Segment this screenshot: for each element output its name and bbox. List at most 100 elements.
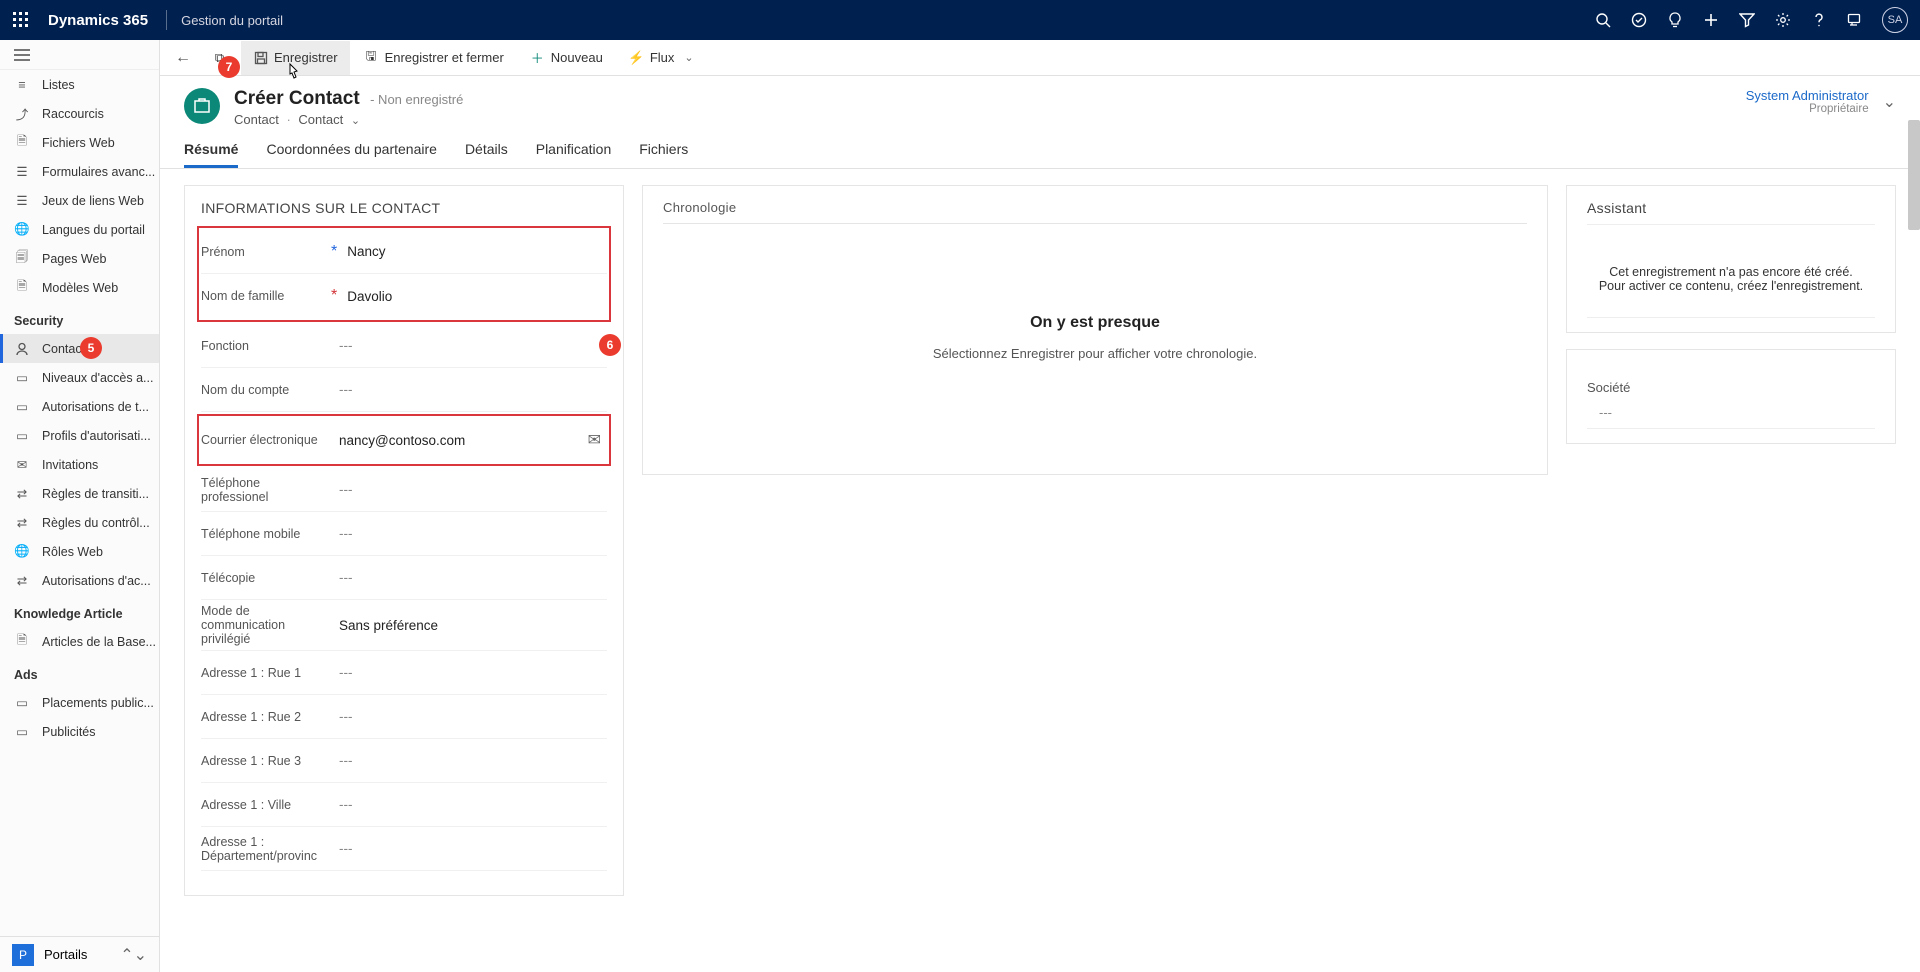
lightbulb-icon[interactable] — [1666, 11, 1684, 29]
field-phone1[interactable]: Téléphone professionel--- — [201, 468, 607, 512]
field-value[interactable]: --- — [329, 570, 607, 585]
field-phone2[interactable]: Téléphone mobile--- — [201, 512, 607, 556]
field-value[interactable]: --- — [329, 338, 607, 353]
field-value[interactable]: --- — [329, 709, 607, 724]
field-firstname[interactable]: Prénom * Nancy — [201, 230, 607, 274]
new-label: Nouveau — [551, 50, 603, 65]
tab-coordonnees[interactable]: Coordonnées du partenaire — [266, 141, 436, 168]
field-value[interactable]: --- — [329, 382, 607, 397]
hamburger-icon[interactable] — [14, 48, 30, 62]
field-value[interactable]: Davolio — [337, 289, 607, 304]
field-addr1[interactable]: Adresse 1 : Rue 1--- — [201, 651, 607, 695]
field-value[interactable]: nancy@contoso.com — [329, 433, 588, 448]
sidebar-item-label: Règles du contrôl... — [42, 516, 150, 530]
settings-icon[interactable] — [1774, 11, 1792, 29]
owner-block[interactable]: System Administrator Propriétaire ⌄ — [1746, 88, 1896, 115]
sidebar-item-regles-trans[interactable]: ⇄Règles de transiti... — [0, 479, 159, 508]
field-jobtitle[interactable]: Fonction --- 6 — [201, 324, 607, 368]
search-icon[interactable] — [1594, 11, 1612, 29]
sidebar-item-contacts[interactable]: Contacts 5 — [0, 334, 159, 363]
field-value[interactable]: --- — [329, 526, 607, 541]
field-value[interactable]: Sans préférence — [329, 618, 607, 633]
sidebar-item-formulaires[interactable]: ☰Formulaires avanc... — [0, 157, 159, 186]
field-value[interactable]: --- — [329, 665, 607, 680]
file-icon: 🗎 — [14, 135, 30, 151]
field-label: Mode de communication privilégié — [201, 604, 329, 646]
messenger-icon[interactable] — [1846, 11, 1864, 29]
chevron-updown-icon[interactable]: ⌃⌄ — [120, 945, 147, 965]
annotation-badge-7: 7 — [218, 56, 240, 78]
user-avatar[interactable]: SA — [1882, 7, 1908, 33]
tab-fichiers[interactable]: Fichiers — [639, 141, 688, 168]
tab-details[interactable]: Détails — [465, 141, 508, 168]
task-icon[interactable] — [1630, 11, 1648, 29]
page-title: Créer Contact — [234, 88, 360, 109]
sidebar-item-modeles[interactable]: 🗎Modèles Web — [0, 273, 159, 302]
field-value[interactable]: --- — [329, 482, 607, 497]
timeline-subtitle: Sélectionnez Enregistrer pour afficher v… — [663, 346, 1527, 361]
field-value[interactable]: --- — [329, 797, 607, 812]
field-value[interactable]: --- — [329, 841, 607, 856]
field-value[interactable]: --- — [329, 753, 607, 768]
sidebar-item-invitations[interactable]: ✉Invitations — [0, 450, 159, 479]
sidebar-item-liens[interactable]: ☰Jeux de liens Web — [0, 186, 159, 215]
breadcrumb-entity[interactable]: Contact — [234, 112, 279, 127]
app-launcher-icon[interactable] — [12, 11, 30, 29]
assistant-message: Cet enregistrement n'a pas encore été cr… — [1587, 235, 1875, 318]
field-commpref[interactable]: Mode de communication privilégiéSans pré… — [201, 600, 607, 651]
link-icon: ☰ — [14, 193, 30, 209]
field-lastname[interactable]: Nom de famille * Davolio — [201, 274, 607, 318]
societe-value[interactable]: --- — [1587, 405, 1875, 429]
sidebar-item-articles[interactable]: 🗎Articles de la Base... — [0, 627, 159, 656]
tab-planification[interactable]: Planification — [536, 141, 612, 168]
field-label: Téléphone mobile — [201, 527, 329, 541]
field-label: Adresse 1 : Rue 1 — [201, 666, 329, 680]
field-region[interactable]: Adresse 1 : Département/provinc--- — [201, 827, 607, 871]
chevron-down-icon[interactable]: ⌄ — [351, 115, 360, 127]
tab-resume[interactable]: Résumé — [184, 141, 238, 168]
new-button[interactable]: ＋Nouveau — [518, 41, 615, 75]
field-city[interactable]: Adresse 1 : Ville--- — [201, 783, 607, 827]
app-module-label: Portails — [44, 947, 87, 962]
ad2-icon: ▭ — [14, 724, 30, 740]
back-button[interactable]: ← — [168, 49, 198, 67]
sidebar-item-listes[interactable]: ≡Listes — [0, 70, 159, 99]
sidebar-item-langues[interactable]: 🌐Langues du portail — [0, 215, 159, 244]
app-module-badge: P — [12, 944, 34, 966]
field-addr2[interactable]: Adresse 1 : Rue 2--- — [201, 695, 607, 739]
profile-icon: ▭ — [14, 428, 30, 444]
plus-icon[interactable] — [1702, 11, 1720, 29]
field-addr3[interactable]: Adresse 1 : Rue 3--- — [201, 739, 607, 783]
app-subtitle[interactable]: Gestion du portail — [181, 13, 283, 28]
sidebar-item-profils[interactable]: ▭Profils d'autorisati... — [0, 421, 159, 450]
help-icon[interactable] — [1810, 11, 1828, 29]
save-close-label: Enregistrer et fermer — [385, 50, 504, 65]
sidebar-item-pages[interactable]: 🗐Pages Web — [0, 244, 159, 273]
sidebar-item-niveaux[interactable]: ▭Niveaux d'accès a... — [0, 363, 159, 392]
sidebar-item-raccourcis[interactable]: ⤴Raccourcis — [0, 99, 159, 128]
sidebar-item-regles-ctrl[interactable]: ⇄Règles du contrôl... — [0, 508, 159, 537]
sidebar-item-label: Articles de la Base... — [42, 635, 156, 649]
field-account[interactable]: Nom du compte --- — [201, 368, 607, 412]
breadcrumb-form[interactable]: Contact — [298, 112, 343, 127]
chevron-down-icon[interactable]: ⌄ — [1883, 92, 1896, 112]
field-value[interactable]: Nancy — [337, 244, 607, 259]
scrollbar-thumb[interactable] — [1908, 120, 1920, 230]
sidebar-item-fichiers-web[interactable]: 🗎Fichiers Web — [0, 128, 159, 157]
sidebar-item-roles[interactable]: 🌐Rôles Web — [0, 537, 159, 566]
chevron-down-icon: ⌄ — [684, 51, 693, 64]
sidebar-item-autorisations-ac[interactable]: ⇄Autorisations d'ac... — [0, 566, 159, 595]
sidebar-item-publicites[interactable]: ▭Publicités — [0, 717, 159, 746]
brand-label[interactable]: Dynamics 365 — [48, 12, 148, 29]
field-fax[interactable]: Télécopie--- — [201, 556, 607, 600]
owner-name: System Administrator — [1746, 88, 1869, 103]
mail-icon[interactable]: ✉ — [588, 430, 601, 450]
save-close-button[interactable]: 🖫Enregistrer et fermer — [352, 41, 516, 75]
sidebar-item-autorisations-t[interactable]: ▭Autorisations de t... — [0, 392, 159, 421]
field-email[interactable]: Courrier électronique nancy@contoso.com … — [201, 418, 607, 462]
record-status: - Non enregistré — [370, 92, 463, 107]
filter-icon[interactable] — [1738, 11, 1756, 29]
sidebar-footer[interactable]: P Portails ⌃⌄ — [0, 936, 159, 972]
sidebar-item-placements[interactable]: ▭Placements public... — [0, 688, 159, 717]
flow-button[interactable]: ⚡Flux⌄ — [617, 41, 706, 75]
